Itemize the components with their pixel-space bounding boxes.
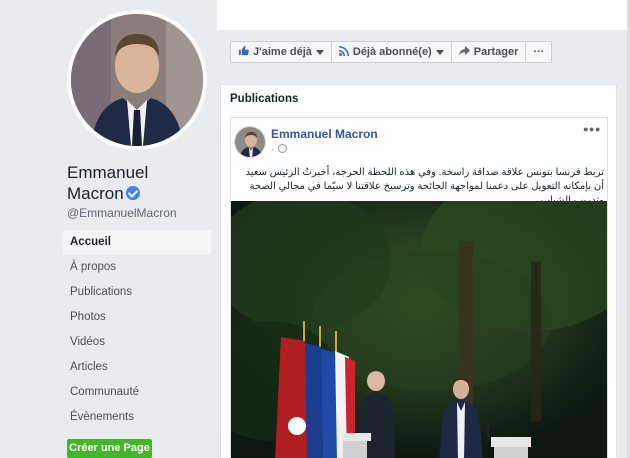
globe-icon (278, 144, 288, 153)
share-label: Partager (473, 46, 519, 58)
page-nav: Accueil À propos Publications Photos Vid… (63, 230, 211, 430)
profile-picture[interactable] (67, 10, 207, 150)
nav-item-evenements[interactable]: Évènements (63, 405, 211, 430)
create-page-button[interactable]: Créer une Page (67, 439, 152, 458)
left-sidebar: Emmanuel Macron @EmmanuelMacron Accueil … (0, 0, 217, 458)
post-photo[interactable] (231, 201, 607, 458)
rss-icon (338, 45, 349, 59)
publications-heading: Publications (230, 93, 299, 105)
like-label: J'aime déjà (253, 46, 312, 58)
nav-item-photos[interactable]: Photos (63, 305, 211, 330)
page-action-bar: J'aime déjà Déjà abonné(e) Partager ··· (230, 41, 553, 63)
nav-item-articles[interactable]: Articles (63, 355, 211, 380)
nav-item-communaute[interactable]: Communauté (63, 380, 211, 405)
share-button[interactable]: Partager (452, 42, 527, 62)
more-actions-button[interactable]: ··· (526, 42, 551, 62)
page-title: Emmanuel Macron (67, 162, 197, 204)
post-author-avatar[interactable] (234, 126, 266, 158)
nav-item-videos[interactable]: Vidéos (63, 330, 211, 355)
subscribe-button[interactable]: Déjà abonné(e) (332, 42, 452, 62)
nav-item-accueil[interactable]: Accueil (63, 230, 211, 255)
like-button[interactable]: J'aime déjà (231, 42, 332, 62)
post-meta: · (271, 144, 288, 155)
verified-badge-icon (125, 186, 140, 200)
cover-area (217, 0, 630, 30)
post-options-button[interactable]: ••• (583, 121, 601, 137)
publications-section: Publications Emmanuel Macron · ••• تربط … (220, 84, 617, 458)
chevron-down-icon (315, 49, 324, 55)
thumbs-up-icon (238, 45, 249, 59)
post-meta-dot: · (271, 144, 275, 155)
post-author-name[interactable]: Emmanuel Macron (271, 127, 378, 141)
post-card: Emmanuel Macron · ••• تربط فرنسا بتونس ع… (230, 117, 608, 458)
chevron-down-icon (435, 49, 444, 55)
subscribe-label: Déjà abonné(e) (352, 46, 432, 58)
nav-item-publications[interactable]: Publications (63, 280, 211, 305)
nav-item-a-propos[interactable]: À propos (63, 255, 211, 280)
page-handle[interactable]: @EmmanuelMacron (67, 206, 177, 220)
share-arrow-icon (458, 45, 470, 59)
